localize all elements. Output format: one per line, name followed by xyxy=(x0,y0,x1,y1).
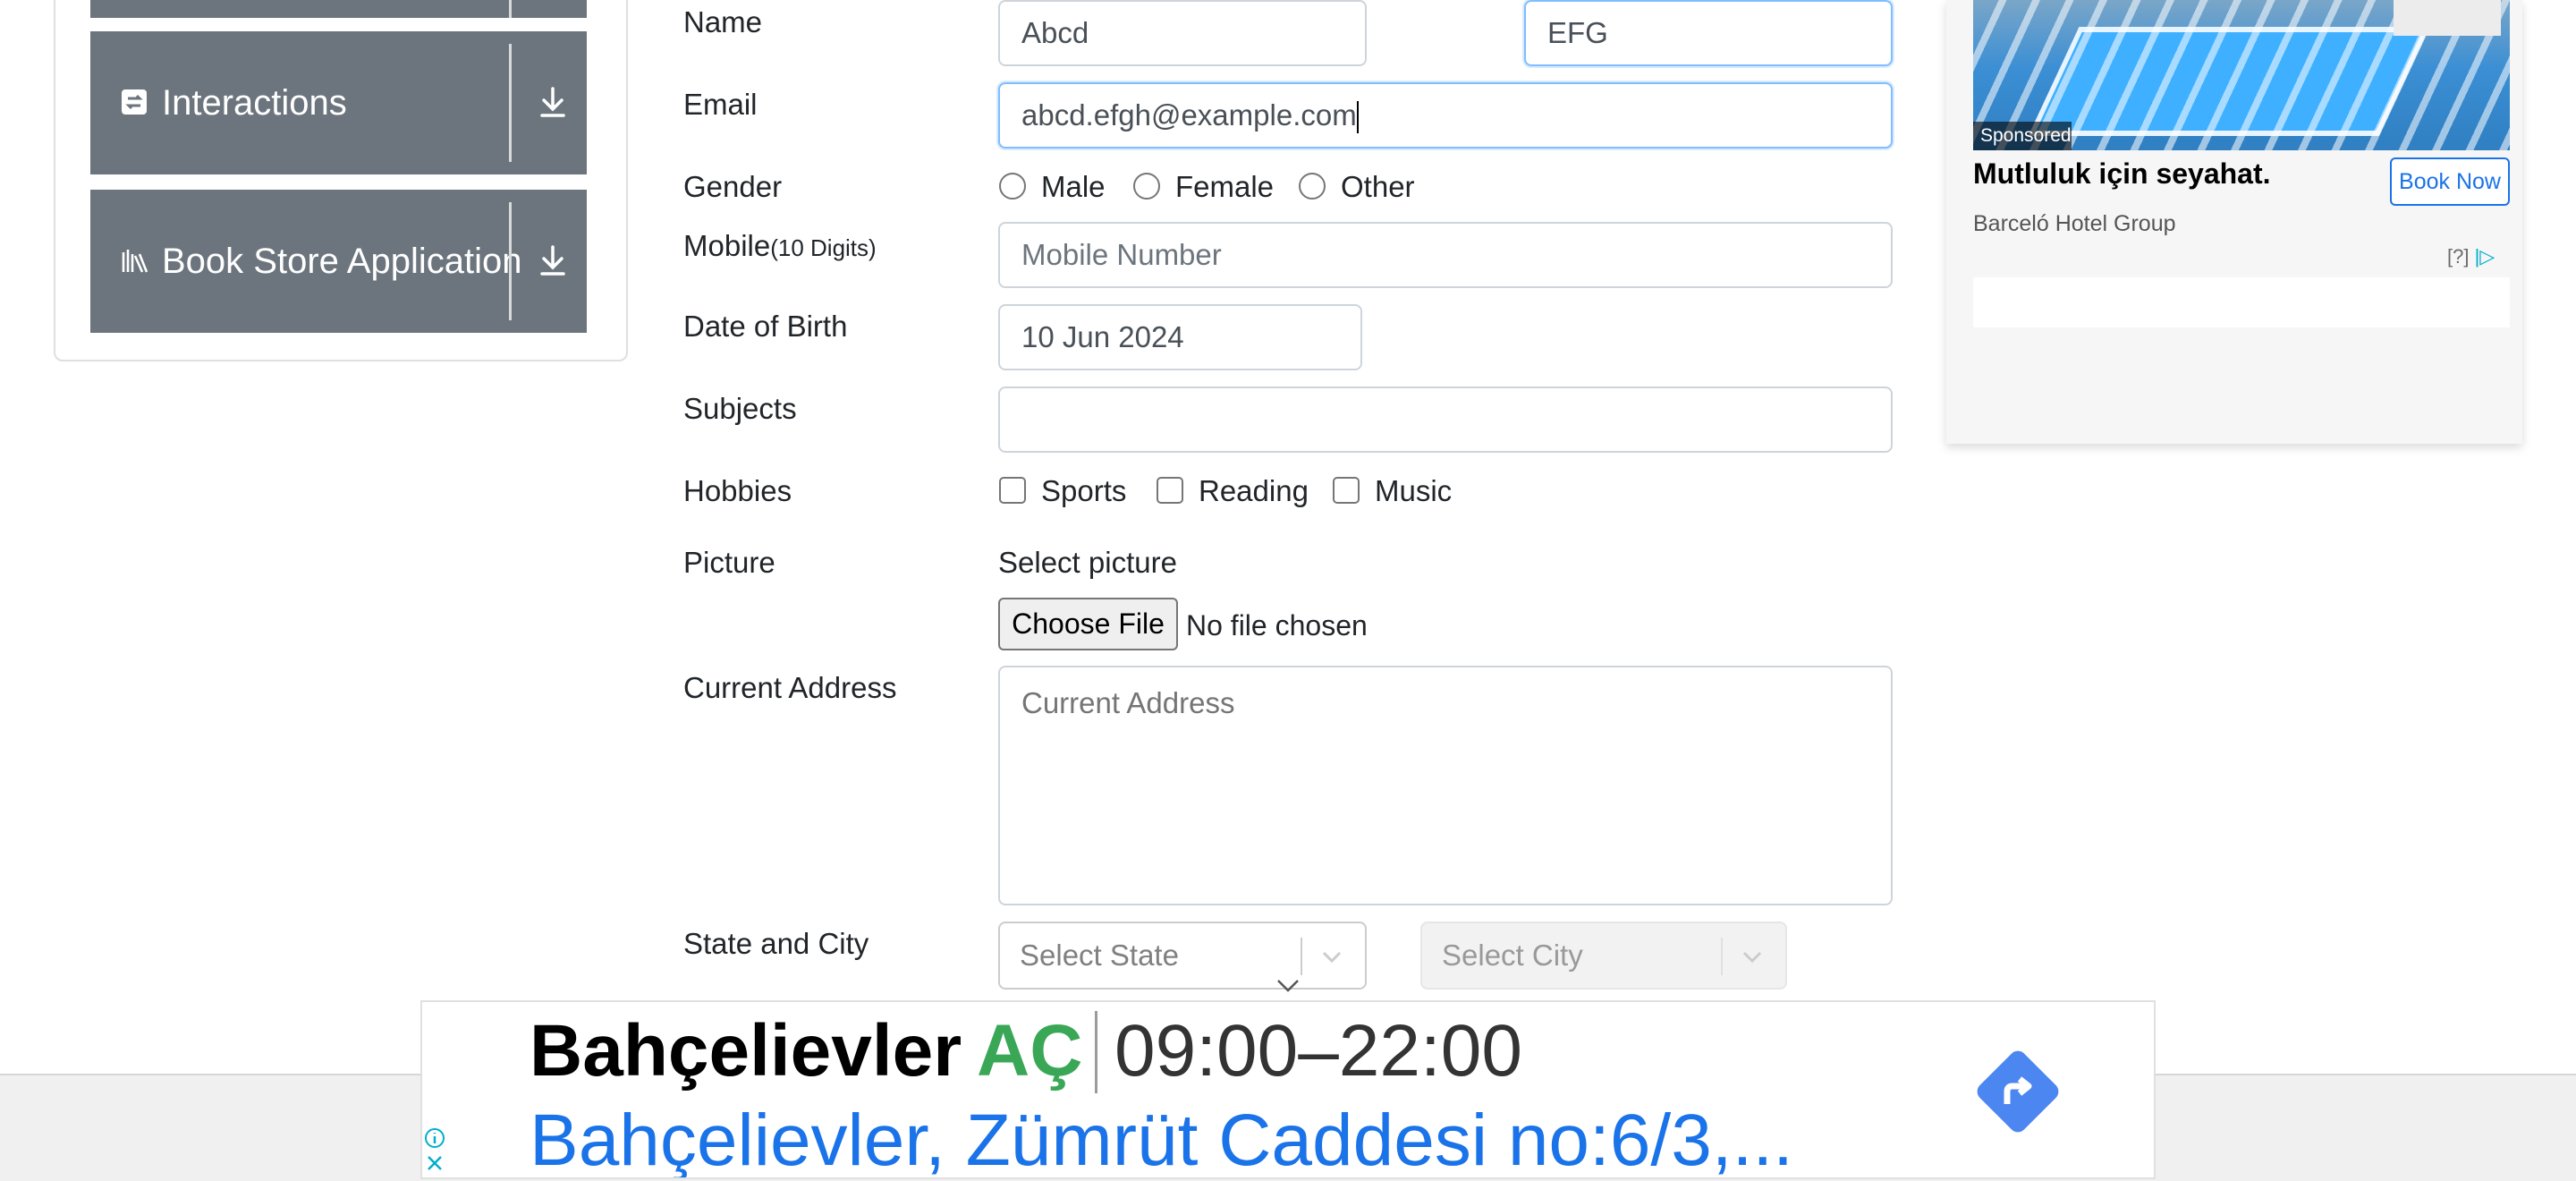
ad-divider xyxy=(1095,1011,1097,1093)
chevron-down-icon xyxy=(1277,980,1299,992)
mobile-input[interactable]: Mobile Number xyxy=(998,222,1893,288)
hobby-sports-checkbox[interactable] xyxy=(999,477,1026,504)
hobby-reading-checkbox[interactable] xyxy=(1157,477,1183,504)
state-city-label: State and City xyxy=(683,927,869,960)
subjects-input[interactable] xyxy=(998,387,1893,453)
email-value: abcd.efgh@example.com xyxy=(1021,98,1357,132)
email-label: Email xyxy=(683,88,758,121)
sidebar-group-label: Interactions xyxy=(162,83,347,123)
picture-label: Picture xyxy=(683,546,775,579)
gender-female-radio[interactable] xyxy=(1133,173,1160,200)
book-now-button[interactable]: Book Now xyxy=(2390,157,2510,206)
ad-hours: 09:00–22:00 xyxy=(1114,1010,1523,1092)
ad-advertiser: Barceló Hotel Group xyxy=(1973,211,2176,236)
info-icon[interactable] xyxy=(422,1126,447,1151)
sidebar-group-previous[interactable] xyxy=(90,0,587,18)
ad-marker-text: [?] xyxy=(2447,245,2470,268)
books-icon xyxy=(122,250,148,273)
state-placeholder: Select State xyxy=(1020,939,1179,972)
name-label: Name xyxy=(683,5,763,38)
gender-label: Gender xyxy=(683,170,783,203)
sidebar-group-label: Book Store Application xyxy=(162,242,522,281)
directions-icon[interactable] xyxy=(1973,1047,2063,1136)
mobile-label-text: Mobile xyxy=(683,229,771,262)
ad-place-name[interactable]: Bahçelievler xyxy=(530,1009,962,1093)
ad-open-status: AÇ xyxy=(977,1010,1083,1092)
download-icon[interactable] xyxy=(529,78,577,126)
dob-label: Date of Birth xyxy=(683,310,848,343)
ad-marker[interactable]: [?] |▷ xyxy=(2447,245,2495,268)
sidebar-group-book-store[interactable]: Book Store Application xyxy=(90,190,587,333)
hobby-music-checkbox[interactable] xyxy=(1333,477,1360,504)
mobile-label: Mobile(10 Digits) xyxy=(683,229,877,263)
mobile-placeholder: Mobile Number xyxy=(1021,238,1222,271)
group-divider xyxy=(509,44,512,162)
select-separator xyxy=(1721,938,1723,975)
select-picture-text: Select picture xyxy=(998,546,1177,579)
adchoices-icon[interactable]: |▷ xyxy=(2475,245,2496,268)
chevron-down-icon[interactable] xyxy=(1318,943,1345,970)
sponsored-badge: Sponsored xyxy=(1973,122,2072,150)
last-name-input[interactable]: EFG xyxy=(1524,0,1893,66)
first-name-input[interactable]: Abcd xyxy=(998,0,1367,66)
dob-input[interactable]: 10 Jun 2024 xyxy=(998,304,1362,370)
download-icon[interactable] xyxy=(529,236,577,285)
bottom-banner-ad[interactable]: Bahçelievler AÇ 09:00–22:00 Bahçelievler… xyxy=(420,1000,2156,1179)
gender-other-label[interactable]: Other xyxy=(1341,170,1415,204)
gender-other-radio[interactable] xyxy=(1299,173,1326,200)
file-status: No file chosen xyxy=(1186,609,1368,641)
text-cursor xyxy=(1356,101,1359,134)
ad-address[interactable]: Bahçelievler, Zümrüt Caddesi no:6/3,... xyxy=(530,1099,1793,1177)
hobbies-label: Hobbies xyxy=(683,474,792,507)
gender-male-radio[interactable] xyxy=(999,173,1026,200)
group-divider xyxy=(509,0,512,18)
sponsored-ad-panel[interactable]: Sponsored Mutluluk için seyahat. Book No… xyxy=(1946,0,2522,444)
close-icon[interactable] xyxy=(422,1151,447,1176)
state-select[interactable]: Select State xyxy=(998,922,1367,990)
gender-female-label[interactable]: Female xyxy=(1175,170,1274,204)
choose-file-button[interactable]: Choose File xyxy=(998,598,1178,650)
address-label: Current Address xyxy=(683,671,897,704)
ad-blank-area xyxy=(1973,277,2510,327)
chevron-down-icon xyxy=(1742,951,1762,964)
select-separator xyxy=(1301,938,1302,975)
hobby-music-label[interactable]: Music xyxy=(1375,474,1452,508)
city-select[interactable]: Select City xyxy=(1420,922,1787,990)
gender-male-label[interactable]: Male xyxy=(1041,170,1106,204)
subjects-label: Subjects xyxy=(683,392,797,425)
sidebar-group-interactions[interactable]: Interactions xyxy=(90,31,587,174)
swap-icon xyxy=(122,89,147,115)
city-placeholder: Select City xyxy=(1442,939,1583,972)
current-address-textarea[interactable] xyxy=(998,666,1893,905)
hobby-reading-label[interactable]: Reading xyxy=(1199,474,1309,508)
group-divider xyxy=(509,202,512,320)
umbrella-graphic xyxy=(2394,0,2501,36)
mobile-hint: (10 Digits) xyxy=(770,234,877,261)
hobby-sports-label[interactable]: Sports xyxy=(1041,474,1126,508)
ad-title[interactable]: Mutluluk için seyahat. xyxy=(1973,157,2271,191)
email-input[interactable]: abcd.efgh@example.com xyxy=(998,82,1893,149)
